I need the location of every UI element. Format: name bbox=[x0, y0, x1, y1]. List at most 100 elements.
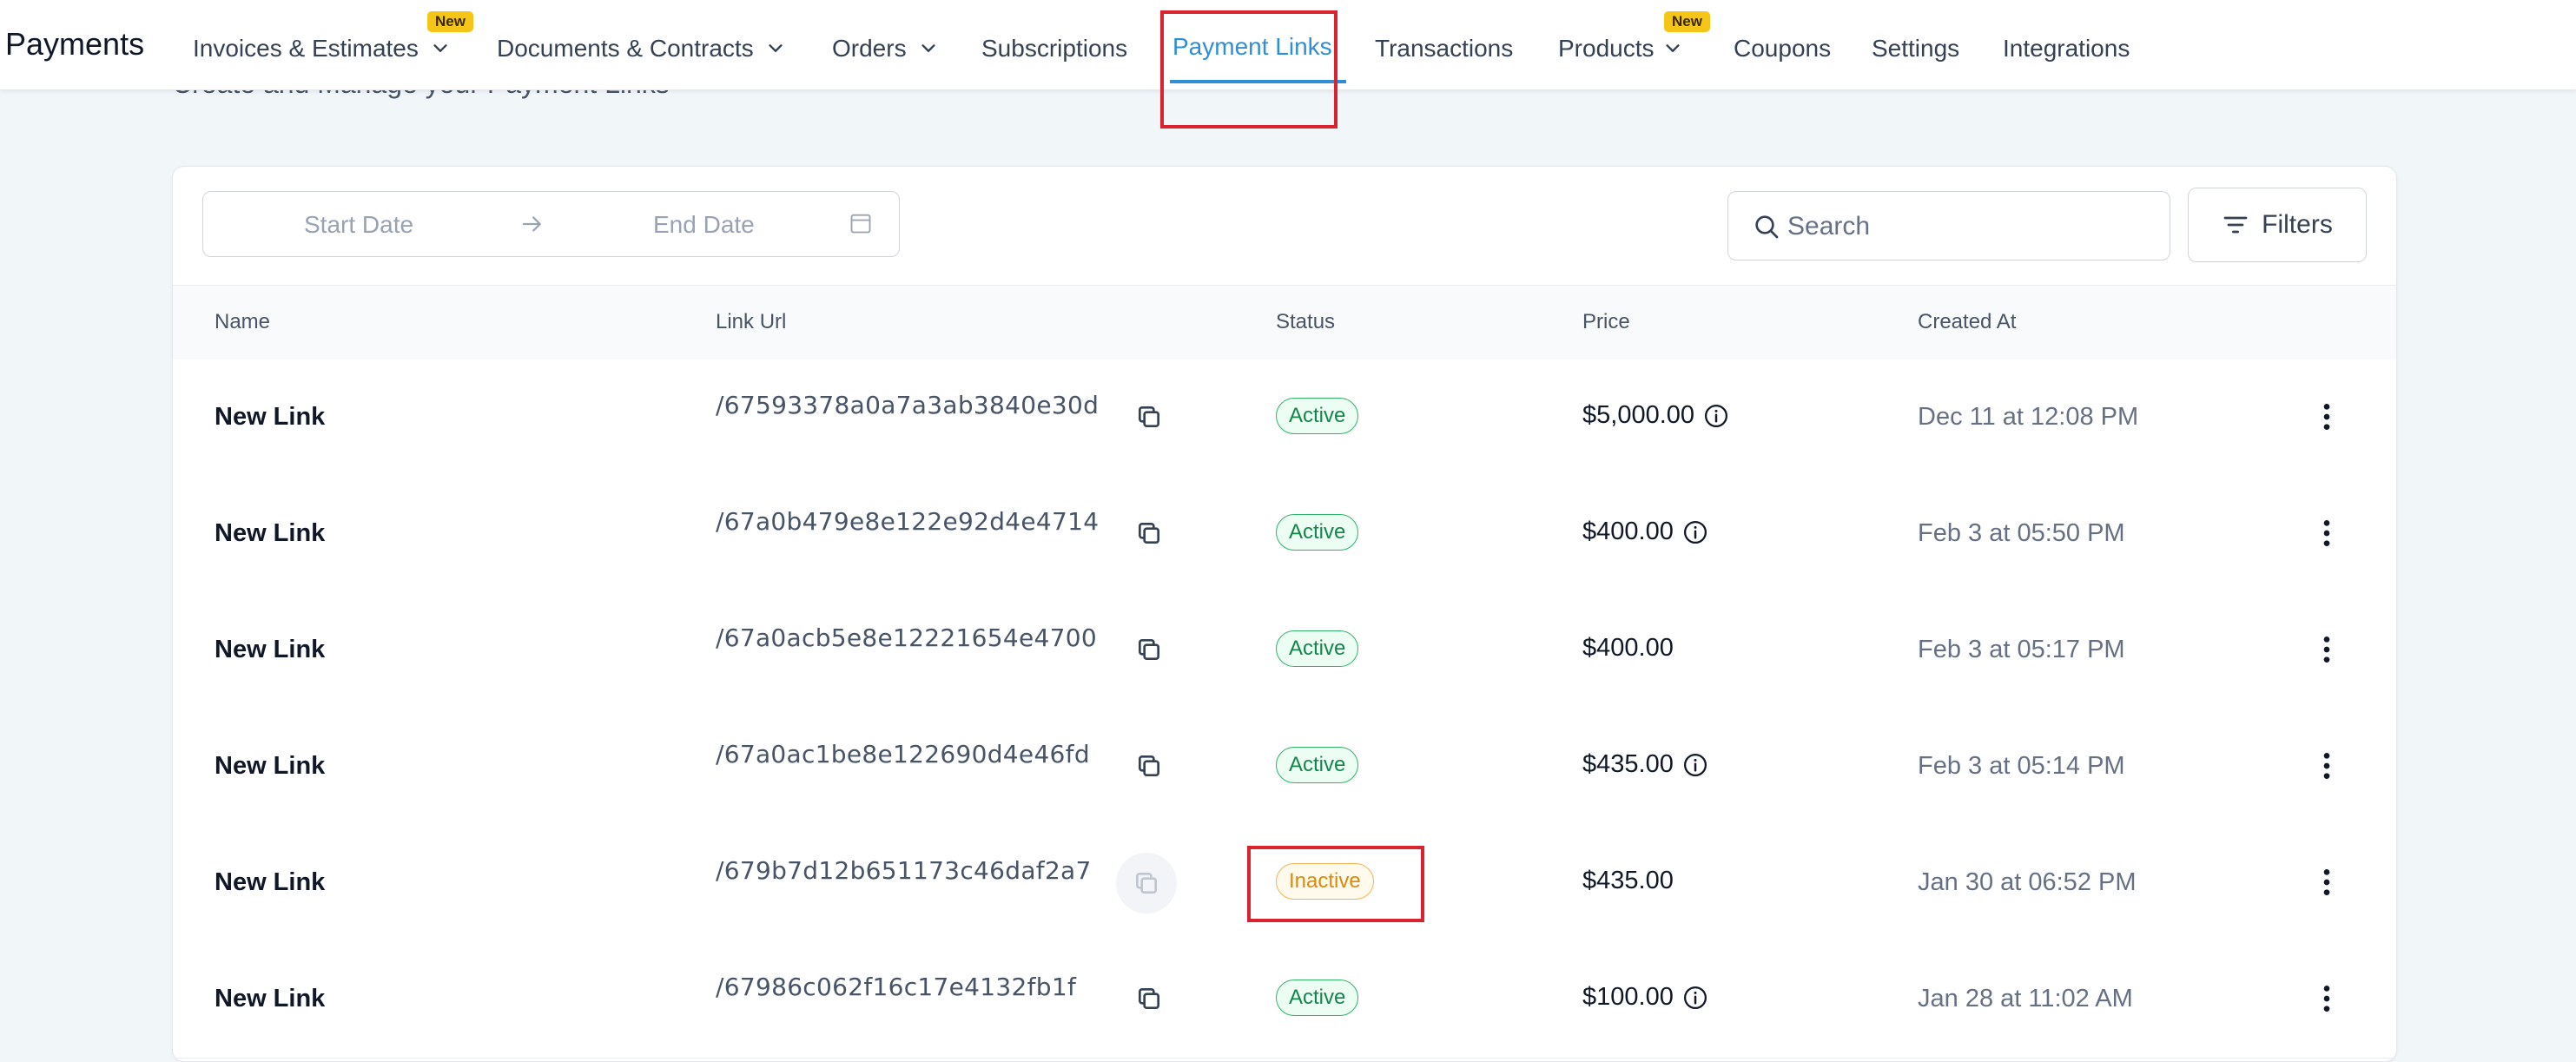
status-badge: Active bbox=[1276, 747, 1359, 783]
chevron-down-icon bbox=[1665, 44, 1680, 52]
highlight-box-inactive-status bbox=[1247, 846, 1424, 922]
column-header-status[interactable]: Status bbox=[1276, 310, 1335, 334]
table-row[interactable]: New Link /67a0acb5e8e12221654e4700 Activ… bbox=[173, 592, 2396, 709]
nav-label: Products bbox=[1558, 35, 1655, 62]
nav-orders[interactable]: Orders bbox=[832, 31, 938, 66]
end-date-input[interactable]: End Date bbox=[653, 211, 755, 239]
status-badge: Active bbox=[1276, 630, 1359, 667]
nav-label: Coupons bbox=[1734, 35, 1832, 62]
nav-label: Transactions bbox=[1375, 35, 1514, 62]
chevron-down-icon bbox=[921, 44, 935, 52]
filter-lines-icon bbox=[2223, 216, 2248, 234]
created-at: Jan 30 at 06:52 PM bbox=[1918, 868, 2137, 896]
price-cell: $100.00 bbox=[1582, 983, 1708, 1012]
table-row[interactable]: New Link /67593378a0a7a3ab3840e30d Activ… bbox=[173, 359, 2396, 477]
app-title: Payments bbox=[5, 26, 145, 62]
nav-settings[interactable]: Settings bbox=[1872, 31, 1959, 66]
link-url: /679b7d12b651173c46daf2a7 bbox=[716, 856, 1092, 885]
nav-products[interactable]: Products bbox=[1558, 31, 1682, 66]
column-header-price[interactable]: Price bbox=[1582, 310, 1630, 334]
nav-label: Settings bbox=[1872, 35, 1960, 62]
table-header: Name Link Url Status Price Created At bbox=[173, 285, 2396, 361]
link-name: New Link bbox=[215, 636, 326, 663]
link-url: /67986c062f16c17e4132fb1f bbox=[716, 973, 1077, 1001]
link-name: New Link bbox=[215, 519, 326, 547]
info-icon[interactable] bbox=[1682, 752, 1708, 778]
table-row[interactable]: New Link /67a0b479e8e122e92d4e4714 Activ… bbox=[173, 476, 2396, 593]
info-icon[interactable] bbox=[1703, 403, 1729, 429]
copy-icon bbox=[1136, 873, 1157, 894]
copy-link-button[interactable] bbox=[1132, 981, 1166, 1016]
kebab-menu-icon[interactable] bbox=[2309, 749, 2344, 783]
kebab-menu-icon[interactable] bbox=[2309, 399, 2344, 434]
arrow-right-icon bbox=[522, 216, 541, 232]
link-name: New Link bbox=[215, 403, 326, 431]
copy-link-button[interactable] bbox=[1132, 516, 1166, 551]
chevron-down-icon bbox=[769, 44, 783, 52]
info-icon[interactable] bbox=[1682, 985, 1708, 1011]
created-at: Dec 11 at 12:08 PM bbox=[1918, 403, 2139, 431]
table-row[interactable]: New Link /67986c062f16c17e4132fb1f Activ… bbox=[173, 941, 2396, 1059]
nav-transactions[interactable]: Transactions bbox=[1375, 31, 1513, 66]
nav-label: Subscriptions bbox=[981, 35, 1128, 62]
price-cell: $5,000.00 bbox=[1582, 401, 1729, 430]
nav-label: Invoices & Estimates bbox=[193, 35, 419, 62]
nav-coupons[interactable]: Coupons bbox=[1734, 31, 1831, 66]
info-icon[interactable] bbox=[1682, 519, 1708, 545]
price-value: $100.00 bbox=[1582, 983, 1674, 1011]
copy-icon bbox=[1139, 988, 1159, 1009]
link-url: /67593378a0a7a3ab3840e30d bbox=[716, 391, 1100, 419]
highlight-box-payment-links bbox=[1160, 10, 1338, 129]
table-row[interactable]: New Link /67a0ac1be8e122690d4e46fd Activ… bbox=[173, 709, 2396, 826]
link-url: /67a0b479e8e122e92d4e4714 bbox=[716, 507, 1100, 536]
date-range-picker[interactable]: Start Date End Date bbox=[202, 191, 900, 257]
nav-subscriptions[interactable]: Subscriptions bbox=[981, 31, 1127, 66]
column-header-created-at[interactable]: Created At bbox=[1918, 310, 2016, 334]
link-url: /67a0ac1be8e122690d4e46fd bbox=[716, 740, 1090, 768]
status-badge: Active bbox=[1276, 398, 1359, 434]
price-value: $435.00 bbox=[1582, 867, 1674, 894]
nav-label: Orders bbox=[832, 35, 907, 62]
nav-documents-contracts[interactable]: Documents & Contracts bbox=[497, 31, 785, 66]
price-cell: $435.00 bbox=[1582, 750, 1708, 779]
copy-link-button[interactable] bbox=[1132, 632, 1166, 667]
kebab-menu-icon[interactable] bbox=[2309, 865, 2344, 900]
price-value: $435.00 bbox=[1582, 750, 1674, 778]
kebab-menu-icon[interactable] bbox=[2309, 632, 2344, 667]
created-at: Feb 3 at 05:14 PM bbox=[1918, 752, 2125, 780]
copy-link-button[interactable] bbox=[1132, 399, 1166, 434]
nav-label: Documents & Contracts bbox=[497, 35, 754, 62]
filters-button[interactable]: Filters bbox=[2188, 188, 2367, 262]
copy-icon bbox=[1139, 406, 1159, 427]
price-cell: $435.00 bbox=[1582, 867, 1674, 895]
search-input[interactable]: Search bbox=[1727, 191, 2170, 261]
link-name: New Link bbox=[215, 752, 326, 780]
price-value: $5,000.00 bbox=[1582, 401, 1695, 429]
start-date-input[interactable]: Start Date bbox=[304, 211, 413, 239]
chevron-down-icon bbox=[433, 44, 447, 52]
new-badge: New bbox=[427, 11, 473, 32]
nav-invoices-estimates[interactable]: Invoices & Estimates bbox=[193, 31, 450, 66]
column-header-link-url[interactable]: Link Url bbox=[716, 310, 786, 334]
created-at: Feb 3 at 05:50 PM bbox=[1918, 519, 2125, 547]
price-value: $400.00 bbox=[1582, 518, 1674, 545]
copy-link-button[interactable] bbox=[1132, 749, 1166, 783]
filters-label: Filters bbox=[2262, 210, 2333, 239]
price-cell: $400.00 bbox=[1582, 634, 1674, 663]
payment-links-card: Start Date End Date Search Filters Name … bbox=[172, 166, 2397, 1062]
calendar-icon bbox=[850, 214, 871, 234]
kebab-menu-icon[interactable] bbox=[2309, 516, 2344, 551]
created-at: Feb 3 at 05:17 PM bbox=[1918, 636, 2125, 663]
created-at: Jan 28 at 11:02 AM bbox=[1918, 985, 2133, 1013]
status-badge: Active bbox=[1276, 980, 1359, 1016]
column-header-name[interactable]: Name bbox=[215, 310, 270, 334]
copy-link-button-disabled[interactable] bbox=[1116, 853, 1177, 914]
kebab-menu-icon[interactable] bbox=[2309, 981, 2344, 1016]
copy-icon bbox=[1139, 639, 1159, 660]
new-badge: New bbox=[1664, 11, 1710, 32]
link-url: /67a0acb5e8e12221654e4700 bbox=[716, 623, 1097, 652]
search-placeholder: Search bbox=[1787, 212, 1871, 241]
link-name: New Link bbox=[215, 868, 326, 896]
copy-icon bbox=[1139, 755, 1159, 776]
nav-integrations[interactable]: Integrations bbox=[2003, 31, 2130, 66]
